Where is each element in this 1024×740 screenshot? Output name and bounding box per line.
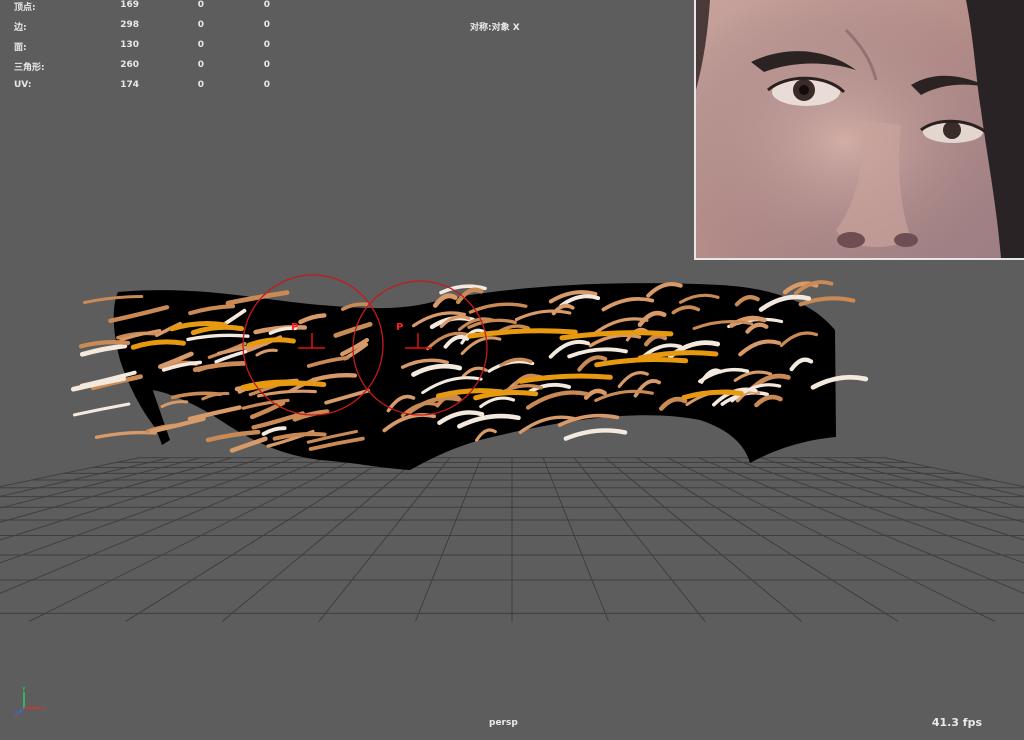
axis-x-label: X [41,706,45,713]
poly-count-hud: 顶点: 169 0 0 边: 298 0 0 面: 130 0 0 三角形: 2… [14,0,284,100]
ground-grid [0,457,1024,622]
stat-value: 169 [120,0,139,10]
stat-selected: 0 [197,80,204,90]
stat-component: 0 [263,40,270,50]
stat-label: 顶点: [14,3,36,13]
stat-row-vertices: 顶点: 169 0 0 [14,0,284,20]
reference-image-panel [694,0,1024,260]
stat-component: 0 [263,80,270,90]
axis-gizmo: Y X Z [14,686,45,718]
stat-label: 面: [14,43,27,53]
stat-label: 边: [14,23,27,33]
axis-y-label: Y [21,686,26,693]
stat-row-uvs: UV: 174 0 0 [14,80,284,100]
stat-value: 298 [120,20,139,30]
stat-value: 260 [120,60,139,70]
stat-selected: 0 [197,40,204,50]
stat-value: 174 [120,80,139,90]
stat-selected: 0 [197,20,204,30]
fps-counter: 41.3 fps [931,716,982,729]
stat-component: 0 [263,60,270,70]
stat-value: 130 [120,40,139,50]
stat-row-edges: 边: 298 0 0 [14,20,284,40]
stat-label: 三角形: [14,63,45,73]
stat-row-triangles: 三角形: 260 0 0 [14,60,284,80]
pivot-label-left: P [291,322,298,333]
stat-row-faces: 面: 130 0 0 [14,40,284,60]
camera-name: persp [489,718,518,728]
stat-label: UV: [14,80,32,90]
axis-z-label: Z [14,711,18,718]
symmetry-status: 对称:对象 X [470,23,520,33]
pivot-label-right: P [396,322,403,333]
stat-component: 0 [263,0,270,10]
stat-selected: 0 [197,60,204,70]
reference-face-image [696,0,1024,258]
stat-selected: 0 [197,0,204,10]
stat-component: 0 [263,20,270,30]
